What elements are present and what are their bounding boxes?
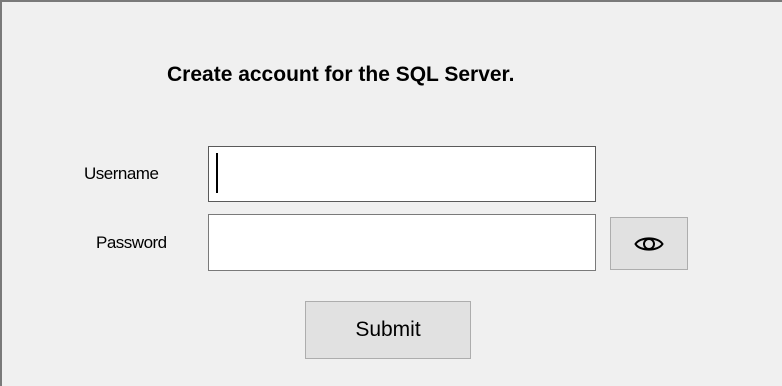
show-password-button[interactable]	[610, 217, 688, 270]
username-label: Username	[84, 164, 159, 183]
text-caret	[216, 153, 218, 193]
password-label: Password	[96, 233, 167, 252]
create-account-window: Create account for the SQL Server. Usern…	[0, 0, 782, 386]
page-title: Create account for the SQL Server.	[167, 63, 515, 86]
password-input[interactable]	[208, 214, 596, 271]
username-input[interactable]	[208, 146, 596, 202]
eye-icon	[634, 236, 664, 251]
submit-button[interactable]: Submit	[305, 301, 471, 359]
